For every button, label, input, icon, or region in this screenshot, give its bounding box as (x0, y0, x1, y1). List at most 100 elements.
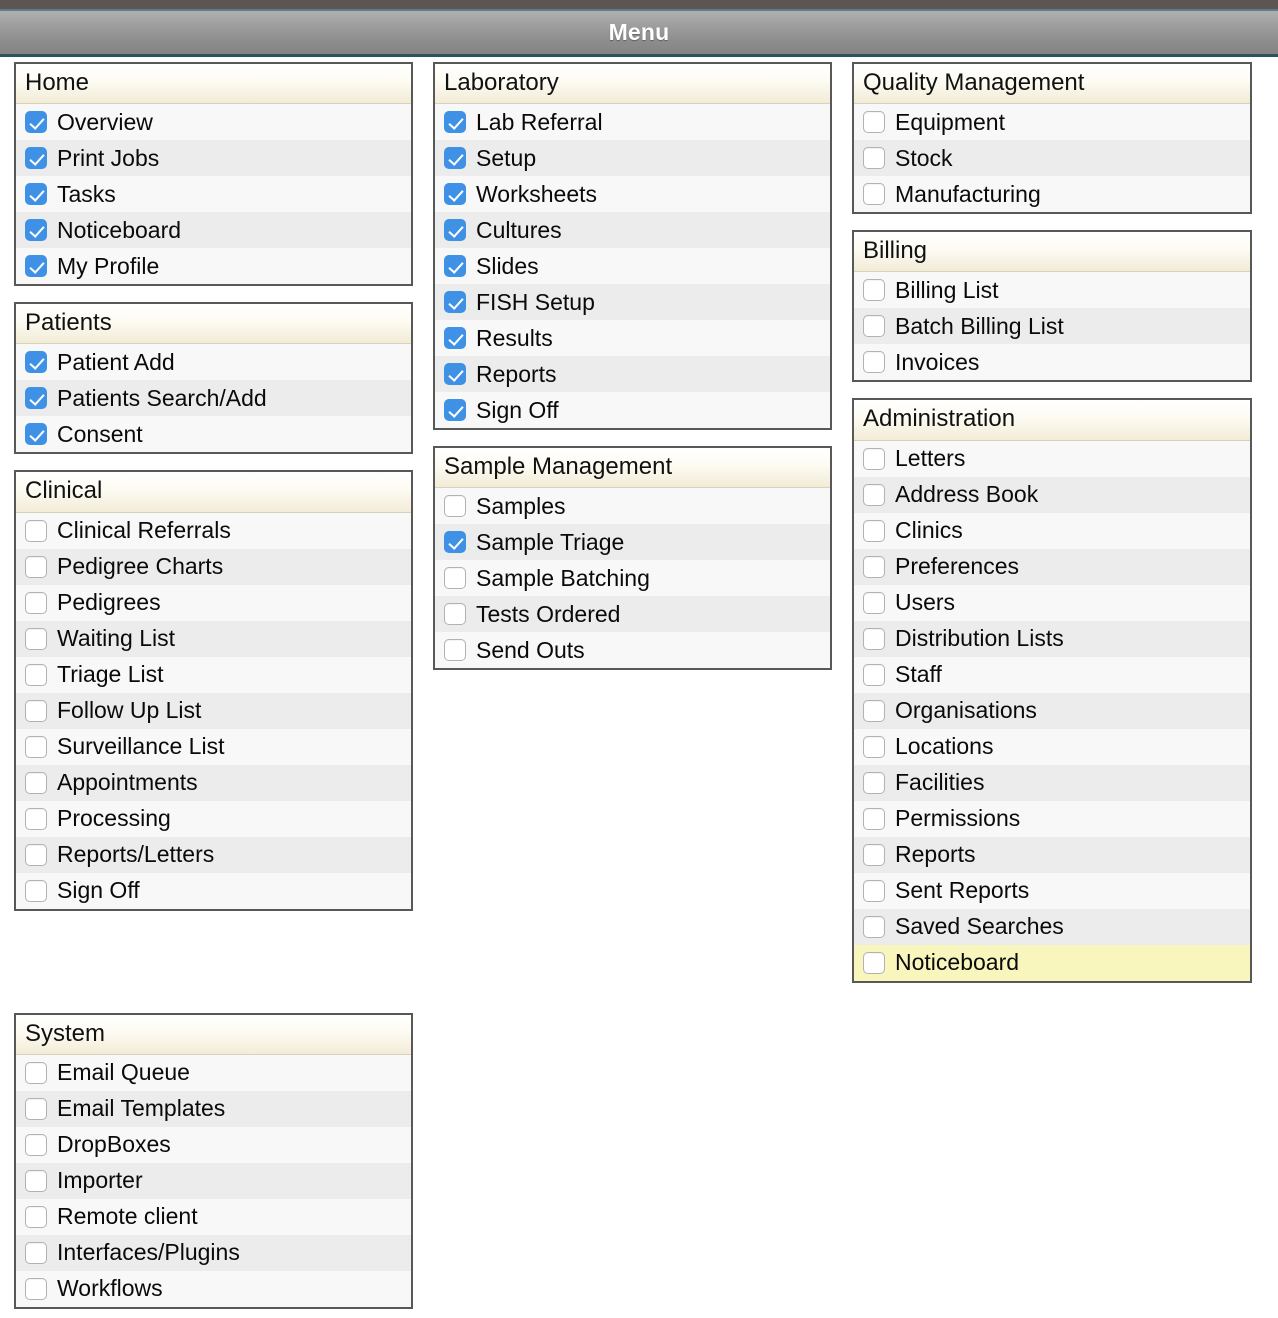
checkbox-unchecked-icon[interactable] (863, 447, 885, 470)
menu-item-my-profile[interactable]: My Profile (16, 248, 411, 285)
checkbox-checked-icon[interactable] (444, 255, 466, 278)
checkbox-unchecked-icon[interactable] (25, 663, 47, 686)
menu-item-reports[interactable]: Reports (435, 356, 830, 393)
menu-item-setup[interactable]: Setup (435, 140, 830, 177)
checkbox-unchecked-icon[interactable] (863, 915, 885, 938)
menu-item-email-templates[interactable]: Email Templates (16, 1090, 411, 1127)
menu-item-send-outs[interactable]: Send Outs (435, 632, 830, 669)
checkbox-checked-icon[interactable] (444, 183, 466, 206)
menu-item-samples[interactable]: Samples (435, 488, 830, 525)
checkbox-unchecked-icon[interactable] (863, 555, 885, 578)
menu-item-reports[interactable]: Reports (854, 836, 1250, 873)
menu-item-batch-billing-list[interactable]: Batch Billing List (854, 308, 1250, 345)
checkbox-unchecked-icon[interactable] (25, 807, 47, 830)
menu-item-surveillance-list[interactable]: Surveillance List (16, 728, 411, 765)
menu-item-dropboxes[interactable]: DropBoxes (16, 1126, 411, 1163)
checkbox-unchecked-icon[interactable] (863, 183, 885, 206)
checkbox-checked-icon[interactable] (444, 531, 466, 554)
menu-item-cultures[interactable]: Cultures (435, 212, 830, 249)
checkbox-checked-icon[interactable] (25, 387, 47, 410)
checkbox-unchecked-icon[interactable] (25, 1169, 47, 1192)
menu-item-reports-letters[interactable]: Reports/Letters (16, 836, 411, 873)
menu-item-tasks[interactable]: Tasks (16, 176, 411, 213)
checkbox-checked-icon[interactable] (444, 111, 466, 134)
menu-item-sample-batching[interactable]: Sample Batching (435, 560, 830, 597)
checkbox-unchecked-icon[interactable] (863, 843, 885, 866)
menu-item-sign-off[interactable]: Sign Off (16, 872, 411, 909)
checkbox-unchecked-icon[interactable] (25, 699, 47, 722)
checkbox-unchecked-icon[interactable] (863, 147, 885, 170)
checkbox-unchecked-icon[interactable] (863, 279, 885, 302)
menu-item-permissions[interactable]: Permissions (854, 800, 1250, 837)
checkbox-unchecked-icon[interactable] (25, 1277, 47, 1300)
menu-item-patients-search-add[interactable]: Patients Search/Add (16, 380, 411, 417)
menu-item-organisations[interactable]: Organisations (854, 692, 1250, 729)
checkbox-checked-icon[interactable] (25, 351, 47, 374)
menu-item-address-book[interactable]: Address Book (854, 476, 1250, 513)
menu-item-remote-client[interactable]: Remote client (16, 1198, 411, 1235)
checkbox-unchecked-icon[interactable] (25, 1061, 47, 1084)
menu-item-slides[interactable]: Slides (435, 248, 830, 285)
menu-item-distribution-lists[interactable]: Distribution Lists (854, 620, 1250, 657)
menu-item-consent[interactable]: Consent (16, 416, 411, 453)
menu-item-patient-add[interactable]: Patient Add (16, 344, 411, 381)
checkbox-unchecked-icon[interactable] (25, 555, 47, 578)
checkbox-checked-icon[interactable] (444, 327, 466, 350)
menu-item-preferences[interactable]: Preferences (854, 548, 1250, 585)
checkbox-unchecked-icon[interactable] (863, 315, 885, 338)
menu-item-email-queue[interactable]: Email Queue (16, 1054, 411, 1091)
checkbox-unchecked-icon[interactable] (444, 639, 466, 662)
checkbox-unchecked-icon[interactable] (863, 735, 885, 758)
checkbox-checked-icon[interactable] (444, 219, 466, 242)
checkbox-unchecked-icon[interactable] (444, 495, 466, 518)
menu-item-tests-ordered[interactable]: Tests Ordered (435, 596, 830, 633)
checkbox-checked-icon[interactable] (444, 363, 466, 386)
checkbox-unchecked-icon[interactable] (863, 699, 885, 722)
checkbox-checked-icon[interactable] (444, 399, 466, 422)
checkbox-unchecked-icon[interactable] (863, 351, 885, 374)
checkbox-unchecked-icon[interactable] (863, 663, 885, 686)
checkbox-checked-icon[interactable] (444, 291, 466, 314)
menu-item-staff[interactable]: Staff (854, 656, 1250, 693)
checkbox-checked-icon[interactable] (25, 111, 47, 134)
menu-item-manufacturing[interactable]: Manufacturing (854, 176, 1250, 213)
menu-item-triage-list[interactable]: Triage List (16, 656, 411, 693)
menu-item-facilities[interactable]: Facilities (854, 764, 1250, 801)
menu-item-billing-list[interactable]: Billing List (854, 272, 1250, 309)
menu-item-noticeboard[interactable]: Noticeboard (16, 212, 411, 249)
menu-item-print-jobs[interactable]: Print Jobs (16, 140, 411, 177)
menu-item-sample-triage[interactable]: Sample Triage (435, 524, 830, 561)
checkbox-unchecked-icon[interactable] (863, 627, 885, 650)
menu-item-importer[interactable]: Importer (16, 1162, 411, 1199)
checkbox-checked-icon[interactable] (444, 147, 466, 170)
checkbox-unchecked-icon[interactable] (863, 951, 885, 974)
menu-item-equipment[interactable]: Equipment (854, 104, 1250, 141)
checkbox-unchecked-icon[interactable] (25, 843, 47, 866)
menu-item-sent-reports[interactable]: Sent Reports (854, 872, 1250, 909)
menu-item-locations[interactable]: Locations (854, 728, 1250, 765)
menu-item-pedigree-charts[interactable]: Pedigree Charts (16, 548, 411, 585)
checkbox-checked-icon[interactable] (25, 255, 47, 278)
menu-item-worksheets[interactable]: Worksheets (435, 176, 830, 213)
menu-item-sign-off[interactable]: Sign Off (435, 392, 830, 429)
checkbox-unchecked-icon[interactable] (25, 1133, 47, 1156)
checkbox-unchecked-icon[interactable] (25, 519, 47, 542)
checkbox-unchecked-icon[interactable] (25, 771, 47, 794)
menu-item-overview[interactable]: Overview (16, 104, 411, 141)
menu-item-letters[interactable]: Letters (854, 440, 1250, 477)
checkbox-unchecked-icon[interactable] (863, 519, 885, 542)
checkbox-unchecked-icon[interactable] (25, 1241, 47, 1264)
checkbox-unchecked-icon[interactable] (863, 771, 885, 794)
checkbox-checked-icon[interactable] (25, 219, 47, 242)
menu-item-follow-up-list[interactable]: Follow Up List (16, 692, 411, 729)
checkbox-unchecked-icon[interactable] (444, 567, 466, 590)
checkbox-checked-icon[interactable] (25, 423, 47, 446)
menu-item-fish-setup[interactable]: FISH Setup (435, 284, 830, 321)
menu-item-results[interactable]: Results (435, 320, 830, 357)
menu-item-appointments[interactable]: Appointments (16, 764, 411, 801)
menu-item-clinics[interactable]: Clinics (854, 512, 1250, 549)
checkbox-unchecked-icon[interactable] (25, 1205, 47, 1228)
checkbox-unchecked-icon[interactable] (863, 879, 885, 902)
checkbox-checked-icon[interactable] (25, 183, 47, 206)
menu-item-interfaces-plugins[interactable]: Interfaces/Plugins (16, 1234, 411, 1271)
